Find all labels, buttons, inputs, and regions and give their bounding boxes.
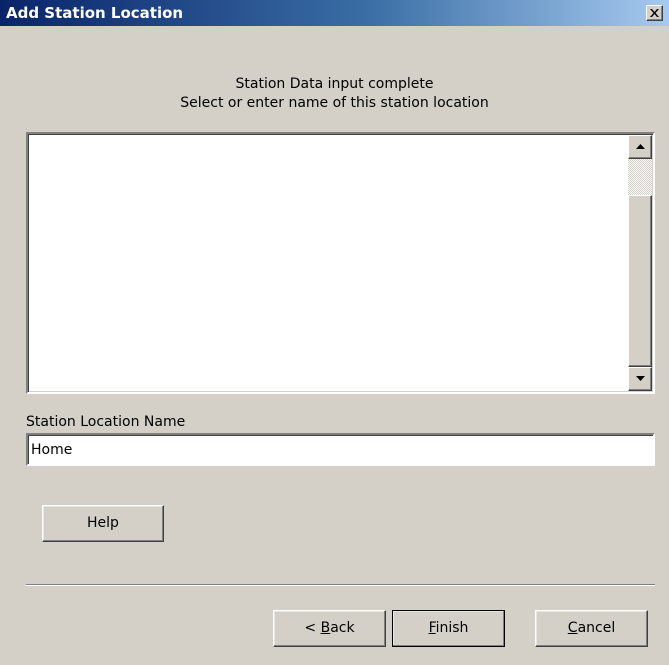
back-button[interactable]: < Back xyxy=(273,610,386,647)
station-locations-list[interactable] xyxy=(26,132,655,394)
help-button[interactable]: Help xyxy=(42,505,164,542)
cancel-button[interactable]: Cancel xyxy=(535,610,648,647)
separator-line xyxy=(26,584,655,586)
finish-accelerator: F xyxy=(428,620,436,636)
instructions-text: Station Data input complete Select or en… xyxy=(0,75,669,113)
cancel-accelerator: C xyxy=(567,620,578,636)
window-title: Add Station Location xyxy=(6,4,184,22)
list-scrollbar[interactable] xyxy=(628,135,652,391)
arrow-up-icon xyxy=(636,144,645,149)
station-location-name-input[interactable] xyxy=(26,433,655,466)
instructions-line-2: Select or enter name of this station loc… xyxy=(180,95,489,111)
cancel-label-rest: ancel xyxy=(577,620,616,636)
close-button[interactable] xyxy=(646,5,663,21)
back-prefix: < xyxy=(304,620,321,636)
instructions-line-1: Station Data input complete xyxy=(235,76,434,92)
finish-button[interactable]: Finish xyxy=(392,610,505,647)
close-icon xyxy=(650,9,659,17)
scroll-down-button[interactable] xyxy=(628,367,652,391)
scrollbar-thumb[interactable] xyxy=(628,195,652,367)
arrow-down-icon xyxy=(636,376,645,381)
back-accelerator: B xyxy=(320,620,331,636)
back-label-rest: ack xyxy=(330,620,355,636)
scroll-up-button[interactable] xyxy=(628,135,652,159)
title-bar[interactable]: Add Station Location xyxy=(0,0,669,26)
station-location-name-label: Station Location Name xyxy=(26,414,186,430)
add-station-location-dialog: Add Station Location Station Data input … xyxy=(0,0,669,665)
finish-label-rest: inish xyxy=(435,620,469,636)
